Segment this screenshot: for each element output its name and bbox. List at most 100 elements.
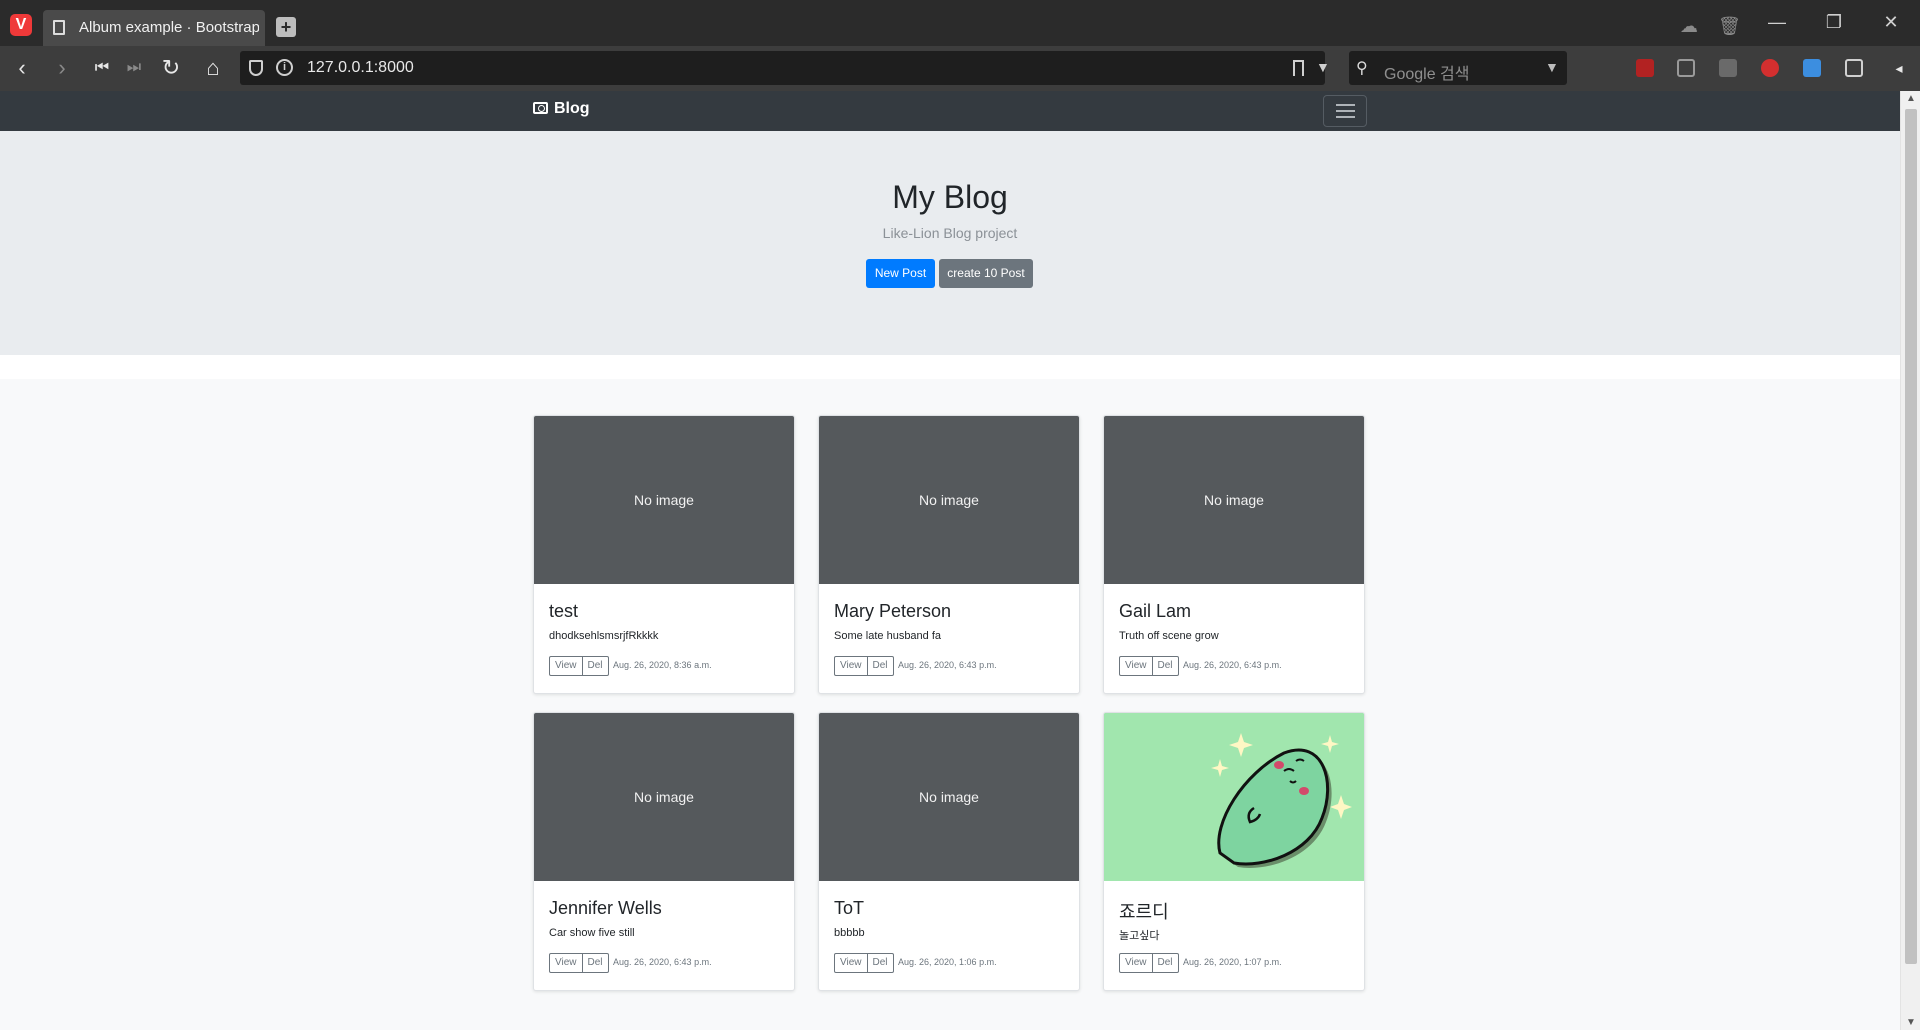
extension-folder-icon[interactable] [1803,59,1821,77]
post-card: 죠르디 놀고싶다 View Del Aug. 26, 2020, 1:07 p.… [1103,712,1365,991]
url-dropdown-icon[interactable]: ▼ [1316,59,1330,75]
camera-icon [533,102,548,114]
view-button[interactable]: View [834,953,868,973]
view-button[interactable]: View [549,656,583,676]
search-icon: ⚲ [1356,60,1368,77]
post-card: No image Jennifer Wells Car show five st… [533,712,795,991]
card-date: Aug. 26, 2020, 6:43 p.m. [613,957,712,967]
rewind-icon[interactable]: ⏮ [88,54,116,82]
view-button[interactable]: View [1119,656,1153,676]
tab-title: Album example · Bootstrap [79,19,259,36]
extension-m-icon[interactable] [1719,59,1737,77]
card-button-group: View Del [1119,953,1179,973]
cloud-icon[interactable]: ☁ [1680,16,1698,37]
delete-button[interactable]: Del [867,656,894,676]
scroll-thumb[interactable] [1905,109,1917,964]
card-text: Some late husband fa [834,630,942,642]
card-text: dhodksehlsmsrjfRkkkk [549,630,659,642]
card-text: Car show five still [549,927,635,939]
new-tab-button[interactable]: + [276,17,296,37]
browser-tab-bar: V Album example · Bootstrap + ☁ 🗑 — ❐ ✕ [0,0,1920,46]
document-icon [53,20,65,35]
delete-button[interactable]: Del [867,953,894,973]
card-date: Aug. 26, 2020, 1:06 p.m. [898,957,997,967]
card-button-group: View Del [1119,656,1179,676]
card-date: Aug. 26, 2020, 8:36 a.m. [613,660,712,670]
hamburger-icon [1336,104,1355,106]
page-title: My Blog [892,179,1008,215]
view-button[interactable]: View [1119,953,1153,973]
card-button-group: View Del [549,953,609,973]
card-title: test [549,601,579,621]
card-button-group: View Del [834,953,894,973]
thumbnail-placeholder: No image [819,416,1079,584]
view-button[interactable]: View [834,656,868,676]
scroll-down-icon[interactable]: ▼ [1906,1017,1916,1028]
panel-toggle-icon[interactable]: ◂ [1885,54,1913,82]
search-input[interactable]: ⚲ Google 검색 ▼ [1349,51,1567,85]
post-card: No image ToT bbbbb View Del Aug. 26, 202… [818,712,1080,991]
post-card: No image Gail Lam Truth off scene grow V… [1103,415,1365,694]
scroll-up-icon[interactable]: ▲ [1906,93,1916,104]
post-image [1104,713,1364,881]
card-text: bbbbb [834,927,865,939]
page-viewport: Blog My Blog Like-Lion Blog project New … [0,91,1900,1030]
reload-icon[interactable]: ↻ [157,54,185,82]
fast-forward-icon[interactable]: ⏭ [120,54,148,82]
card-title: Mary Peterson [834,601,952,621]
back-icon[interactable]: ‹ [8,54,36,82]
post-card: No image test dhodksehlsmsrjfRkkkk View … [533,415,795,694]
vivaldi-menu-icon[interactable]: V [10,14,32,36]
delete-button[interactable]: Del [582,953,609,973]
card-title: Gail Lam [1119,601,1192,621]
info-icon[interactable]: i [276,59,293,76]
close-window-icon[interactable]: ✕ [1876,12,1906,33]
minimize-icon[interactable]: — [1762,12,1792,33]
site-brand-link[interactable]: Blog [533,100,590,118]
card-date: Aug. 26, 2020, 6:43 p.m. [1183,660,1282,670]
thumbnail-placeholder: No image [534,713,794,881]
search-engine-dropdown-icon[interactable]: ▼ [1545,59,1559,75]
card-button-group: View Del [549,656,609,676]
create-10-post-button[interactable]: create 10 Post [939,259,1033,288]
browser-address-bar: ‹ › ⏮ ⏭ ↻ ⌂ i 127.0.0.1:8000 ▼ ⚲ Google … [0,46,1920,91]
bookmark-icon[interactable] [1293,60,1304,76]
delete-button[interactable]: Del [1152,953,1179,973]
shield-icon[interactable] [249,60,263,76]
card-title: Jennifer Wells [549,898,662,918]
site-navbar: Blog [0,91,1900,131]
url-input[interactable]: i 127.0.0.1:8000 ▼ [240,51,1330,85]
restore-icon[interactable]: ❐ [1819,12,1849,33]
extension-red-icon[interactable] [1636,59,1654,77]
card-text: Truth off scene grow [1119,630,1219,642]
card-title: 죠르디 [1119,902,1169,922]
card-date: Aug. 26, 2020, 1:07 p.m. [1183,957,1282,967]
view-button[interactable]: View [549,953,583,973]
jumbotron: My Blog Like-Lion Blog project New Post … [0,131,1900,355]
card-text: 놀고싶다 [1119,930,1160,942]
card-title: ToT [834,898,865,918]
delete-button[interactable]: Del [582,656,609,676]
forward-icon[interactable]: › [48,54,76,82]
card-date: Aug. 26, 2020, 6:43 p.m. [898,660,997,670]
url-text[interactable]: 127.0.0.1:8000 [307,59,414,77]
navbar-toggler-button[interactable] [1323,95,1367,127]
trash-icon[interactable]: 🗑 [1718,16,1741,37]
page-subtitle: Like-Lion Blog project [882,225,1018,241]
brand-label: Blog [554,100,590,117]
new-post-button[interactable]: New Post [866,259,935,288]
post-card: No image Mary Peterson Some late husband… [818,415,1080,694]
jordy-character-image [1104,713,1364,881]
extension-panel-icon[interactable] [1677,59,1695,77]
extension-play-icon[interactable] [1845,59,1863,77]
thumbnail-placeholder: No image [819,713,1079,881]
search-placeholder: Google 검색 [1384,66,1470,83]
browser-tab[interactable]: Album example · Bootstrap [43,10,265,46]
thumbnail-placeholder: No image [1104,416,1364,584]
delete-button[interactable]: Del [1152,656,1179,676]
section-divider [0,355,1900,379]
page-scrollbar[interactable]: ▲ ▼ [1900,91,1920,1030]
card-button-group: View Del [834,656,894,676]
home-icon[interactable]: ⌂ [199,54,227,82]
extension-shield-icon[interactable] [1761,59,1779,77]
